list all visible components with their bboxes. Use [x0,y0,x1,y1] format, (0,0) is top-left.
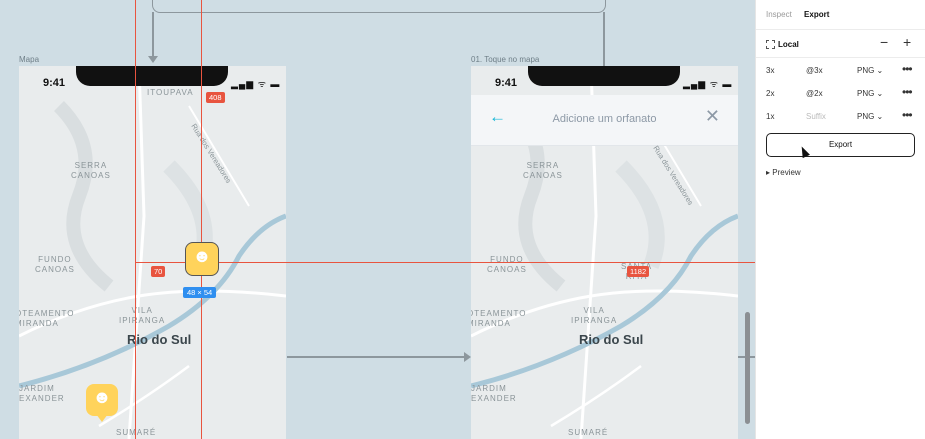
panel-tabs: Inspect Export [766,10,839,19]
device-notch [76,66,228,86]
close-icon[interactable]: ✕ [705,106,720,127]
map-label-rio-do-sul: Rio do Sul [127,332,192,347]
status-icons: ▂▄▆ ᯤ ▬ [683,79,733,89]
measure-badge-top: 408 [206,92,225,103]
frame-label-toque-no-mapa[interactable]: 01. Toque no mapa [471,55,539,64]
measure-guide-horizontal [135,262,755,263]
export-row-2x: 2x @2x PNG ⌄ ••• [756,85,925,105]
suffix-input[interactable]: @3x [806,66,823,75]
minus-icon[interactable]: − [880,34,888,50]
size-badge: 48 × 54 [183,287,217,298]
map-label-fundo-canoas: FUNDO CANOAS [487,255,527,274]
marker-tip [96,414,108,422]
tab-inspect[interactable]: Inspect [766,10,792,19]
more-icon[interactable]: ••• [902,108,913,122]
map-label-serra-canoas: SERRA CANOAS [523,161,563,180]
map-label-fundo-canoas: FUNDO CANOAS [35,255,75,274]
status-icons: ▂▄▆ ᯤ ▬ [231,79,281,89]
header-title: Adicione um orfanato [552,113,657,125]
status-time: 9:41 [495,77,518,89]
frame-select-icon [766,40,775,49]
frame-toque-no-mapa[interactable]: ← Adicione um orfanato ✕ 9:41 ▂▄▆ ᯤ ▬ SE… [471,66,738,439]
map-label-jardim-exander: JARDIM EXANDER [471,384,517,403]
measure-guide-vertical-right [201,0,202,439]
orphanage-marker[interactable]: ☻ [86,384,118,422]
header-bar: ← Adicione um orfanato ✕ [471,95,738,146]
map-label-jardim-exander: JARDIM EXANDER [19,384,65,403]
scale-select[interactable]: 2x [766,89,774,98]
connector-line-right [603,12,605,67]
connector-middle-arrow [464,352,471,362]
status-time: 9:41 [43,77,66,89]
map-label-vila-ipiranga: VILA IPIRANGA [571,306,618,325]
smile-icon: ☻ [92,387,112,407]
canvas-scrollbar[interactable] [745,312,750,424]
section-title: Local [778,40,799,49]
divider [756,57,925,58]
frame-label-mapa[interactable]: Mapa [19,55,39,64]
measure-badge-right: 1182 [627,266,650,277]
format-select[interactable]: PNG ⌄ [857,66,883,75]
inspector-panel: Inspect Export Local − + 3x @3x PNG ⌄ ••… [755,0,925,439]
map-label-sumare: SUMARÉ [568,428,609,437]
connector-arrow-left [148,56,158,63]
export-row-3x: 3x @3x PNG ⌄ ••• [756,62,925,82]
more-icon[interactable]: ••• [902,62,913,76]
measure-guide-vertical-left [135,0,136,439]
smile-icon: ☻ [192,246,212,266]
map-label-serra-canoas: SERRA CANOAS [71,161,111,180]
map-label-vila-ipiranga: VILA IPIRANGA [119,306,166,325]
map-label-itoupava: ITOUPAVA [147,88,194,97]
format-select[interactable]: PNG ⌄ [857,89,883,98]
prototype-connector-top [152,0,606,13]
connector-middle [287,356,465,358]
measure-badge-left: 70 [151,266,166,277]
plus-icon[interactable]: + [903,34,911,50]
map-label-rio-do-sul: Rio do Sul [579,332,644,347]
scale-select[interactable]: 1x [766,112,774,121]
divider [756,29,925,30]
design-canvas[interactable]: Mapa 9:41 ▂▄▆ ᯤ ▬ ITOUPAVA SERRA CANOAS … [0,0,755,439]
selected-orphanage-marker[interactable]: ☻ [185,242,219,276]
scale-select[interactable]: 3x [766,66,774,75]
more-icon[interactable]: ••• [902,85,913,99]
map-label-sumare: SUMARÉ [116,428,157,437]
export-button[interactable]: Export [766,133,915,157]
suffix-input[interactable]: Suffix [806,112,826,121]
format-select[interactable]: PNG ⌄ [857,112,883,121]
frame-mapa[interactable]: 9:41 ▂▄▆ ᯤ ▬ ITOUPAVA SERRA CANOAS FUNDO… [19,66,286,439]
map-label-oteamento-miranda: OTEAMENTO MIRANDA [19,309,75,328]
tab-export[interactable]: Export [804,10,829,19]
preview-toggle[interactable]: ▸ Preview [766,168,801,177]
export-row-1x: 1x Suffix PNG ⌄ ••• [756,108,925,128]
connector-line-left [152,12,154,57]
device-notch [528,66,680,86]
suffix-input[interactable]: @2x [806,89,823,98]
map-label-oteamento-miranda: OTEAMENTO MIRANDA [471,309,527,328]
